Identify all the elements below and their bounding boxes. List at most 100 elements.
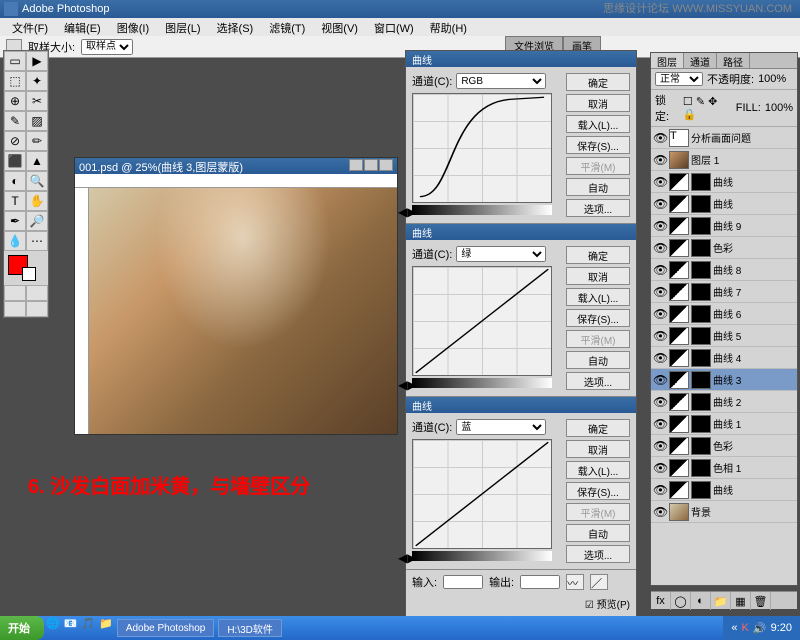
layer-name[interactable]: 色彩 [713, 240, 795, 255]
layer-mask-thumb[interactable] [691, 239, 711, 257]
layer-thumb[interactable] [669, 283, 689, 301]
panel-title[interactable]: 曲线 [406, 397, 636, 413]
layer-thumb[interactable] [669, 503, 689, 521]
dialog-button[interactable]: 确定 [566, 73, 630, 91]
layer-name[interactable]: 曲线 [713, 482, 795, 497]
dialog-button[interactable]: 选项... [566, 372, 630, 390]
visibility-icon[interactable]: 👁 [653, 219, 667, 233]
layer-thumb[interactable] [669, 173, 689, 191]
trash-icon[interactable]: 🗑 [751, 592, 771, 610]
layer-row[interactable]: 👁曲线 7 [651, 281, 797, 303]
layer-name[interactable]: 曲线 4 [713, 350, 795, 365]
tool-button[interactable]: ✏ [26, 131, 48, 151]
tray-icon[interactable]: 🔊 [753, 622, 767, 635]
visibility-icon[interactable]: 👁 [653, 329, 667, 343]
dialog-button[interactable]: 保存(S)... [566, 482, 630, 500]
menu-item[interactable]: 图层(L) [157, 18, 208, 36]
tool-button[interactable]: 🔍 [26, 171, 48, 191]
taskbar-item[interactable]: Adobe Photoshop [117, 619, 215, 637]
close-icon[interactable] [379, 159, 393, 171]
tool-button[interactable]: ◐ [4, 171, 26, 191]
dialog-button[interactable]: 保存(S)... [566, 309, 630, 327]
adjustment-icon[interactable]: ◐ [691, 592, 711, 610]
tool-button[interactable]: T [4, 191, 26, 211]
layer-row[interactable]: 👁曲线 2 [651, 391, 797, 413]
dialog-button[interactable]: 取消 [566, 267, 630, 285]
tool-button[interactable]: ✒ [4, 211, 26, 231]
tray-icon[interactable]: « [731, 622, 737, 634]
folder-icon[interactable]: 📁 [711, 592, 731, 610]
tray-icon[interactable]: K [742, 622, 749, 634]
output-field[interactable] [520, 575, 560, 589]
visibility-icon[interactable]: 👁 [653, 373, 667, 387]
layer-row[interactable]: 👁曲线 9 [651, 215, 797, 237]
dialog-button[interactable]: 取消 [566, 94, 630, 112]
layer-name[interactable]: 曲线 5 [713, 328, 795, 343]
layer-thumb[interactable] [669, 481, 689, 499]
visibility-icon[interactable]: 👁 [653, 417, 667, 431]
quicklaunch-icon[interactable]: 📁 [99, 617, 113, 639]
layer-mask-thumb[interactable] [691, 327, 711, 345]
dialog-button[interactable]: 载入(L)... [566, 115, 630, 133]
layer-name[interactable]: 图层 1 [691, 152, 795, 167]
blend-mode-select[interactable]: 正常 [655, 72, 703, 86]
layer-row[interactable]: 👁 图层 1 [651, 149, 797, 171]
dialog-button[interactable]: 载入(L)... [566, 461, 630, 479]
layer-row[interactable]: 👁 曲线 4 [651, 347, 797, 369]
layer-row[interactable]: 👁曲线 8 [651, 259, 797, 281]
screen-mode-icon[interactable] [26, 301, 48, 317]
layer-thumb[interactable] [669, 239, 689, 257]
visibility-icon[interactable]: 👁 [653, 351, 667, 365]
layer-row[interactable]: 👁 曲线 [651, 193, 797, 215]
layer-row[interactable]: 👁色彩 [651, 435, 797, 457]
dialog-button[interactable]: 确定 [566, 419, 630, 437]
layer-row[interactable]: 👁曲线 [651, 479, 797, 501]
screen-mode-icon[interactable] [4, 301, 26, 317]
system-tray[interactable]: « K 🔊 9:20 [723, 616, 800, 640]
layer-thumb[interactable] [669, 327, 689, 345]
layer-mask-thumb[interactable] [691, 459, 711, 477]
layer-row[interactable]: 👁色相 1 [651, 457, 797, 479]
layer-name[interactable]: 分析画面问题 [691, 130, 795, 145]
layer-mask-thumb[interactable] [691, 283, 711, 301]
dialog-button[interactable]: 取消 [566, 440, 630, 458]
layer-mask-thumb[interactable] [691, 217, 711, 235]
visibility-icon[interactable]: 👁 [653, 153, 667, 167]
layer-mask-thumb[interactable] [691, 371, 711, 389]
tool-button[interactable]: 🔎 [26, 211, 48, 231]
layer-mask-thumb[interactable] [691, 393, 711, 411]
visibility-icon[interactable]: 👁 [653, 175, 667, 189]
layer-mask-thumb[interactable] [691, 261, 711, 279]
new-layer-icon[interactable]: ▦ [731, 592, 751, 610]
visibility-icon[interactable]: 👁 [653, 197, 667, 211]
menu-item[interactable]: 帮助(H) [422, 18, 475, 36]
quicklaunch-icon[interactable]: 🎵 [81, 617, 95, 639]
tool-button[interactable]: ⋯ [26, 231, 48, 251]
dialog-button[interactable]: 自动 [566, 351, 630, 369]
layer-name[interactable]: 曲线 8 [713, 262, 795, 277]
layer-name[interactable]: 曲线 6 [713, 306, 795, 321]
layer-thumb[interactable]: T [669, 129, 689, 147]
panel-tab[interactable]: 路径 [717, 53, 750, 68]
dialog-button[interactable]: 载入(L)... [566, 288, 630, 306]
layer-name[interactable]: 曲线 [713, 174, 795, 189]
tool-button[interactable]: ✂ [26, 91, 48, 111]
dialog-button[interactable]: 自动 [566, 178, 630, 196]
layer-thumb[interactable] [669, 415, 689, 433]
visibility-icon[interactable]: 👁 [653, 439, 667, 453]
layer-mask-thumb[interactable] [691, 437, 711, 455]
dialog-button[interactable]: 确定 [566, 246, 630, 264]
dialog-button[interactable]: 平滑(M) [566, 330, 630, 348]
layer-name[interactable]: 曲线 [713, 196, 795, 211]
curves-graph[interactable] [412, 93, 552, 203]
layer-mask-thumb[interactable] [691, 173, 711, 191]
layer-mask-thumb[interactable] [691, 349, 711, 367]
layer-thumb[interactable] [669, 459, 689, 477]
layer-thumb[interactable] [669, 437, 689, 455]
curve-icon[interactable]: ／ [590, 574, 608, 590]
dialog-button[interactable]: 选项... [566, 545, 630, 563]
layer-name[interactable]: 背景 [691, 504, 795, 519]
tool-button[interactable]: ▶ [26, 51, 48, 71]
preview-checkbox[interactable]: ☑ 预览(P) [406, 594, 636, 613]
layer-row[interactable]: 👁曲线 3 [651, 369, 797, 391]
